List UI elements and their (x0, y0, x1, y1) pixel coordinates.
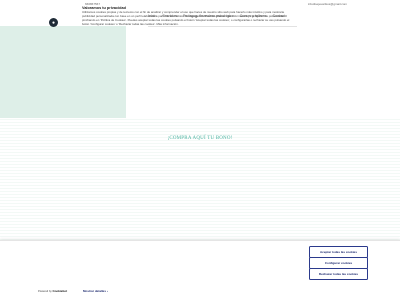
show-details-label: Mostrar detalles (83, 289, 107, 293)
show-details-link[interactable]: Mostrar detalles › (83, 289, 108, 293)
chevron-right-icon: › (106, 289, 108, 293)
cookiebot-logo-icon: ● (49, 18, 58, 27)
bono-link[interactable]: ¡COMPRA AQUÍ TU BONO! (0, 136, 400, 141)
top-bar: 666867567 infodisejeuarikos@gmail.com (0, 0, 400, 8)
cookie-text: Utilizamos cookies propias y de terceros… (82, 10, 290, 26)
reject-all-cookies-button[interactable]: Rechazar todas las cookies (309, 268, 368, 280)
powered-by: Powered by Cookiebot (38, 289, 67, 293)
hero-image-placeholder (0, 26, 126, 118)
email-address[interactable]: infodisejeuarikos@gmail.com (308, 2, 347, 6)
powered-by-label: Powered by (38, 290, 52, 293)
cookiebot-brand: Cookiebot (52, 289, 68, 293)
